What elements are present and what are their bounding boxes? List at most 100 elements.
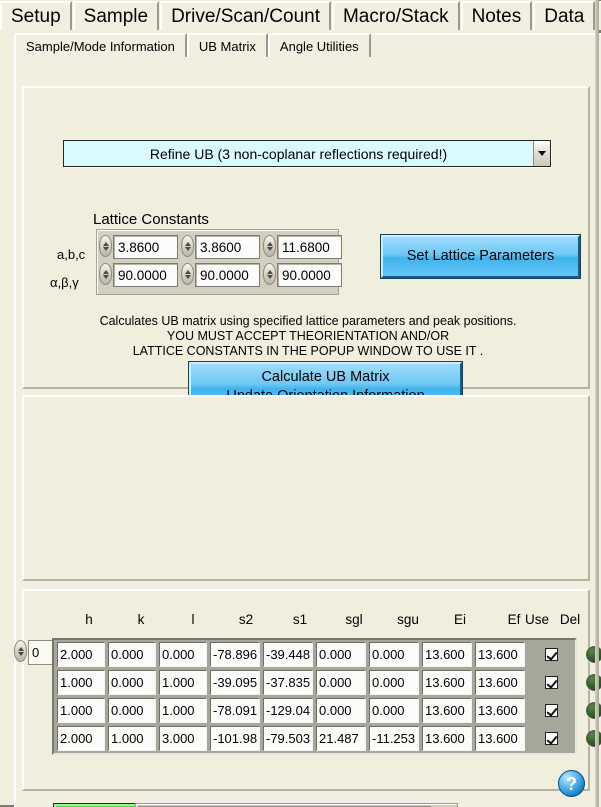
ub-mode-dropdown-value: Refine UB (3 non-coplanar reflections re… — [64, 141, 533, 166]
set-lattice-parameters-button[interactable]: Set Lattice Parameters — [380, 234, 581, 279]
cell-s2[interactable]: -78.896 — [210, 642, 260, 667]
cell-use[interactable] — [528, 726, 574, 751]
tab-drive-scan-count[interactable]: Drive/Scan/Count — [160, 1, 331, 30]
cell-s1[interactable]: -39.448 — [263, 642, 313, 667]
cell-ef[interactable]: 13.600 — [475, 670, 525, 695]
table-row[interactable]: 1.000 0.000 1.000 -78.091 -129.04 0.000 … — [55, 698, 601, 723]
cell-l[interactable]: 0.000 — [159, 642, 207, 667]
cell-k[interactable]: 0.000 — [108, 642, 156, 667]
use-checkbox[interactable] — [544, 704, 558, 717]
window-right-edge — [595, 0, 599, 807]
table-row[interactable]: 1.000 0.000 1.000 -39.095 -37.835 0.000 … — [55, 670, 601, 695]
cell-s1[interactable]: -129.04 — [263, 698, 313, 723]
cell-h[interactable]: 2.000 — [57, 642, 105, 667]
help-icon[interactable]: ? — [558, 770, 585, 797]
cell-sgu[interactable]: 0.000 — [369, 670, 419, 695]
cell-s2[interactable]: -78.091 — [210, 698, 260, 723]
cell-ef[interactable]: 13.600 — [475, 726, 525, 751]
description-line-2: YOU MUST ACCEPT THEORIENTATION AND/OR — [166, 329, 450, 343]
lattice-alpha-field[interactable]: 90.0000 — [113, 263, 178, 287]
lattice-c-control[interactable]: 11.6800 — [263, 235, 342, 259]
lattice-b-control[interactable]: 3.8600 — [181, 235, 260, 259]
cell-h[interactable]: 1.000 — [57, 698, 105, 723]
cell-ei[interactable]: 13.600 — [422, 726, 472, 751]
lattice-c-field[interactable]: 11.6800 — [277, 235, 342, 259]
tab-drive-scan-count-label: Drive/Scan/Count — [171, 6, 320, 27]
help-icon-glyph: ? — [566, 773, 577, 794]
abc-label: a,b,c — [57, 247, 86, 262]
cell-s2[interactable]: -101.98 — [210, 726, 260, 751]
spinner-icon[interactable] — [263, 263, 276, 285]
cell-h[interactable]: 2.000 — [57, 726, 105, 751]
use-checkbox[interactable] — [544, 732, 558, 745]
cell-use[interactable] — [528, 670, 574, 695]
cell-use[interactable] — [528, 698, 574, 723]
tab-notes[interactable]: Notes — [460, 1, 533, 30]
subtab-angle-utilities-label: Angle Utilities — [279, 39, 359, 54]
lattice-beta-field[interactable]: 90.0000 — [195, 263, 260, 287]
cell-sgu[interactable]: -11.253 — [369, 726, 419, 751]
spinner-icon[interactable] — [181, 235, 194, 257]
lattice-gamma-field[interactable]: 90.0000 — [277, 263, 342, 287]
use-checkbox[interactable] — [544, 648, 558, 661]
lattice-a-field[interactable]: 3.8600 — [113, 235, 178, 259]
cell-k[interactable]: 0.000 — [108, 670, 156, 695]
cell-k[interactable]: 0.000 — [108, 698, 156, 723]
cell-sgl[interactable]: 0.000 — [316, 670, 366, 695]
application-window: Setup Sample Drive/Scan/Count Macro/Stac… — [0, 0, 601, 807]
lattice-angles-row: 90.0000 90.0000 90.0000 — [99, 261, 342, 289]
cell-sgu[interactable]: 0.000 — [369, 698, 419, 723]
cell-use[interactable] — [528, 642, 574, 667]
cell-sgl[interactable]: 21.487 — [316, 726, 366, 751]
use-checkbox[interactable] — [544, 676, 558, 689]
cell-ei[interactable]: 13.600 — [422, 698, 472, 723]
main-tab-bar: Setup Sample Drive/Scan/Count Macro/Stac… — [0, 0, 601, 30]
spinner-icon[interactable] — [14, 640, 27, 662]
spinner-icon[interactable] — [263, 235, 276, 257]
tab-sample[interactable]: Sample — [72, 1, 160, 30]
lattice-constants-label: Lattice Constants — [93, 211, 209, 228]
subtab-ub-matrix[interactable]: UB Matrix — [186, 33, 268, 58]
spinner-icon[interactable] — [99, 235, 112, 257]
lattice-gamma-control[interactable]: 90.0000 — [263, 263, 342, 287]
tab-setup[interactable]: Setup — [0, 1, 72, 30]
cell-ef[interactable]: 13.600 — [475, 642, 525, 667]
spinner-icon[interactable] — [99, 263, 112, 285]
tab-macro-stack-label: Macro/Stack — [342, 6, 449, 27]
table-row[interactable]: 2.000 1.000 3.000 -101.98 -79.503 21.487… — [55, 726, 601, 751]
cell-l[interactable]: 1.000 — [159, 670, 207, 695]
subtab-sample-mode-information-label: Sample/Mode Information — [26, 39, 175, 54]
lattice-alpha-control[interactable]: 90.0000 — [99, 263, 178, 287]
ub-mode-dropdown[interactable]: Refine UB (3 non-coplanar reflections re… — [63, 140, 551, 167]
cell-h[interactable]: 1.000 — [57, 670, 105, 695]
tab-macro-stack[interactable]: Macro/Stack — [331, 1, 460, 30]
spinner-icon[interactable] — [181, 263, 194, 285]
cell-ef[interactable]: 13.600 — [475, 698, 525, 723]
tab-data[interactable]: Data — [533, 1, 596, 30]
lattice-abc-row: 3.8600 3.8600 11.6800 — [99, 233, 342, 261]
add-source-dropdown[interactable]: using hkl below and current motor positi… — [135, 803, 458, 807]
subtab-angle-utilities[interactable]: Angle Utilities — [267, 33, 371, 58]
cell-sgl[interactable]: 0.000 — [316, 642, 366, 667]
cell-ei[interactable]: 13.600 — [422, 670, 472, 695]
cell-s2[interactable]: -39.095 — [210, 670, 260, 695]
cell-sgu[interactable]: 0.000 — [369, 642, 419, 667]
table-row[interactable]: 2.000 0.000 0.000 -78.896 -39.448 0.000 … — [55, 642, 601, 667]
column-header-sgl: sgl — [345, 612, 363, 627]
column-header-k: k — [137, 612, 145, 627]
calculate-ub-matrix-label-line1: Calculate UB Matrix — [261, 369, 390, 386]
angles-label: α,β,γ — [50, 275, 79, 290]
cell-ei[interactable]: 13.600 — [422, 642, 472, 667]
lattice-b-field[interactable]: 3.8600 — [195, 235, 260, 259]
cell-l[interactable]: 3.000 — [159, 726, 207, 751]
subtab-sample-mode-information[interactable]: Sample/Mode Information — [14, 33, 187, 58]
lattice-beta-control[interactable]: 90.0000 — [181, 263, 260, 287]
cell-s1[interactable]: -37.835 — [263, 670, 313, 695]
lattice-a-control[interactable]: 3.8600 — [99, 235, 178, 259]
cell-s1[interactable]: -79.503 — [263, 726, 313, 751]
cell-k[interactable]: 1.000 — [108, 726, 156, 751]
chevron-down-icon[interactable] — [533, 141, 550, 166]
column-header-sgu: sgu — [397, 612, 419, 627]
cell-sgl[interactable]: 0.000 — [316, 698, 366, 723]
cell-l[interactable]: 1.000 — [159, 698, 207, 723]
